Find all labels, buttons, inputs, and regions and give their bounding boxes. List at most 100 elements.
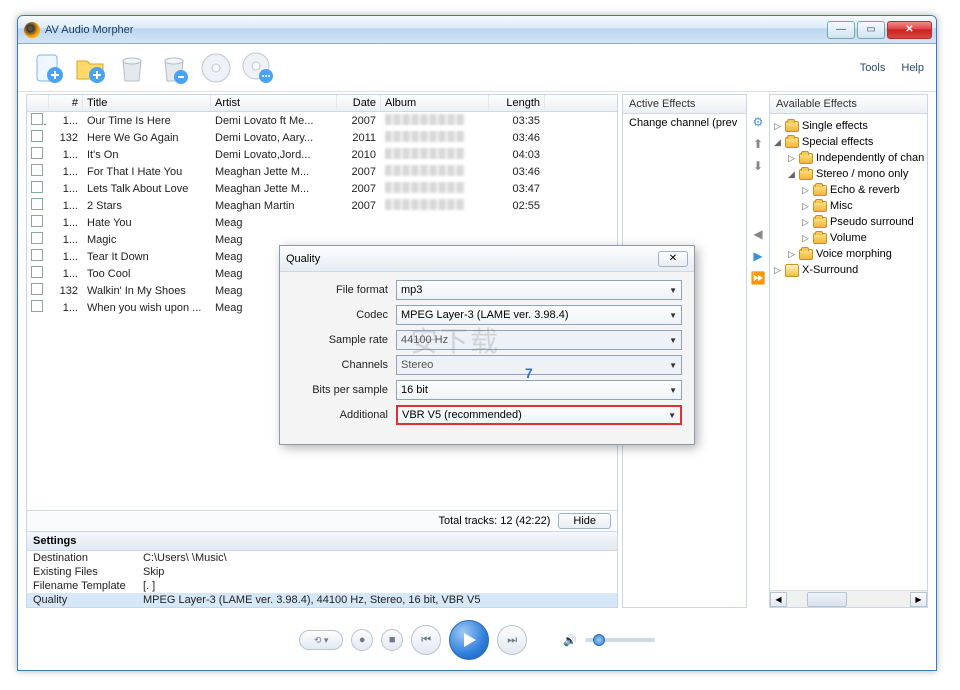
col-album[interactable]: Album	[381, 95, 489, 111]
menu-tools[interactable]: Tools	[860, 62, 886, 74]
field-select[interactable]: Stereo▼	[396, 355, 682, 375]
hide-button[interactable]: Hide	[558, 513, 611, 529]
setting-row[interactable]: QualityMPEG Layer-3 (LAME ver. 3.98.4), …	[27, 593, 617, 607]
row-checkbox[interactable]	[31, 181, 43, 193]
maximize-button[interactable]: ▭	[857, 21, 885, 39]
chevron-down-icon: ▼	[669, 311, 677, 320]
setting-row[interactable]: DestinationC:\Users\ \Music\	[27, 551, 617, 565]
dialog-titlebar[interactable]: Quality ✕	[280, 246, 694, 272]
setting-row[interactable]: Filename Template[. ]</div>	[27, 579, 617, 593]
row-checkbox[interactable]	[31, 198, 43, 210]
field-select[interactable]: mp3▼	[396, 280, 682, 300]
tree-item[interactable]: ▷Echo & reverb	[772, 182, 925, 198]
table-header[interactable]: # Title Artist Date Album Length	[27, 95, 617, 112]
titlebar[interactable]: AV Audio Morpher — ▭ ✕	[18, 16, 936, 44]
table-row[interactable]: 1...It's OnDemi Lovato,Jord... 201004:03	[27, 146, 617, 163]
expand-icon[interactable]: ▷	[772, 265, 783, 276]
tree-item[interactable]: ▷Independently of chan	[772, 150, 925, 166]
col-date[interactable]: Date	[337, 95, 381, 111]
setting-row[interactable]: Existing FilesSkip	[27, 565, 617, 579]
scroll-right-icon[interactable]: ▶	[910, 592, 927, 607]
folder-icon	[799, 249, 813, 260]
expand-icon[interactable]: ◢	[772, 137, 783, 148]
minimize-button[interactable]: —	[827, 21, 855, 39]
row-checkbox[interactable]	[31, 249, 43, 261]
trash-alt-button[interactable]	[156, 50, 192, 86]
add-folder-button[interactable]	[72, 50, 108, 86]
row-checkbox[interactable]	[31, 215, 43, 227]
add-file-button[interactable]	[30, 50, 66, 86]
move-right-icon[interactable]: ▶	[750, 248, 766, 264]
effect-arrows: ⚙ ⬆ ⬇ ◀ ▶ ⏩	[747, 94, 769, 608]
table-row[interactable]: 1...For That I Hate YouMeaghan Jette M..…	[27, 163, 617, 180]
close-button[interactable]: ✕	[887, 21, 932, 39]
expand-icon[interactable]: ◢	[786, 169, 797, 180]
row-checkbox[interactable]	[31, 164, 43, 176]
row-checkbox[interactable]	[31, 300, 43, 312]
tree-item[interactable]: ▷Voice morphing	[772, 246, 925, 262]
table-row[interactable]: ▶▶ 1...Our Time Is HereDemi Lovato ft Me…	[27, 112, 617, 129]
repeat-button[interactable]: ⟲ ▾	[299, 630, 343, 650]
move-left-icon[interactable]: ◀	[750, 226, 766, 242]
tree-item[interactable]: ▷X-Surround	[772, 262, 925, 278]
scroll-thumb[interactable]	[807, 592, 847, 607]
move-right-all-icon[interactable]: ⏩	[750, 270, 766, 286]
dialog-field-row: Sample rate 44100 Hz▼	[288, 330, 682, 350]
row-checkbox[interactable]	[31, 130, 43, 142]
tree-item[interactable]: ◢Special effects	[772, 134, 925, 150]
scrollbar[interactable]: ◀ ▶	[770, 590, 927, 607]
folder-icon	[785, 121, 799, 132]
dialog-body: File format mp3▼Codec MPEG Layer-3 (LAME…	[280, 272, 694, 438]
tree-item[interactable]: ▷Single effects	[772, 118, 925, 134]
field-select[interactable]: 44100 Hz▼	[396, 330, 682, 350]
row-checkbox[interactable]	[31, 232, 43, 244]
menu-help[interactable]: Help	[901, 62, 924, 74]
table-row[interactable]: 1...2 StarsMeaghan Martin 200702:55	[27, 197, 617, 214]
field-select[interactable]: 16 bit▼	[396, 380, 682, 400]
cd-options-button[interactable]	[240, 50, 276, 86]
row-checkbox[interactable]	[31, 113, 43, 125]
cd-button[interactable]	[198, 50, 234, 86]
next-button[interactable]: ⏭	[497, 625, 527, 655]
table-row[interactable]: 132Here We Go AgainDemi Lovato, Aary... …	[27, 129, 617, 146]
record-button[interactable]: ●	[351, 629, 373, 651]
effects-tree[interactable]: ▷Single effects◢Special effects▷Independ…	[770, 114, 927, 590]
expand-icon[interactable]: ▷	[800, 217, 811, 228]
settings-header: Settings	[27, 531, 617, 551]
row-checkbox[interactable]	[31, 147, 43, 159]
expand-icon[interactable]: ▷	[800, 201, 811, 212]
row-checkbox[interactable]	[31, 283, 43, 295]
field-label: File format	[288, 284, 396, 296]
tree-item[interactable]: ▷Pseudo surround	[772, 214, 925, 230]
table-row[interactable]: 1...Hate YouMeag	[27, 214, 617, 231]
settings-list[interactable]: DestinationC:\Users\ \Music\Existing Fil…	[27, 551, 617, 607]
volume-icon[interactable]: 🔊	[563, 634, 577, 647]
prev-button[interactable]: ⏮	[411, 625, 441, 655]
col-artist[interactable]: Artist	[211, 95, 337, 111]
arrow-down-icon[interactable]: ⬇	[750, 158, 766, 174]
expand-icon[interactable]: ▷	[786, 249, 797, 260]
row-checkbox[interactable]	[31, 266, 43, 278]
col-title[interactable]: Title	[83, 95, 211, 111]
scroll-left-icon[interactable]: ◀	[770, 592, 787, 607]
gear-icon[interactable]: ⚙	[750, 114, 766, 130]
trash-button[interactable]	[114, 50, 150, 86]
table-row[interactable]: 1...Lets Talk About LoveMeaghan Jette M.…	[27, 180, 617, 197]
field-select[interactable]: MPEG Layer-3 (LAME ver. 3.98.4)▼	[396, 305, 682, 325]
dialog-close-button[interactable]: ✕	[658, 251, 688, 267]
arrow-up-icon[interactable]: ⬆	[750, 136, 766, 152]
stop-button[interactable]: ■	[381, 629, 403, 651]
tree-item[interactable]: ◢Stereo / mono only	[772, 166, 925, 182]
col-num[interactable]: #	[49, 95, 83, 111]
active-effect-item[interactable]: Change channel (prev	[623, 114, 746, 132]
expand-icon[interactable]: ▷	[800, 185, 811, 196]
field-select[interactable]: VBR V5 (recommended)▼	[396, 405, 682, 425]
tree-item[interactable]: ▷Misc	[772, 198, 925, 214]
expand-icon[interactable]: ▷	[772, 121, 783, 132]
expand-icon[interactable]: ▷	[786, 153, 797, 164]
play-button[interactable]	[449, 620, 489, 660]
volume-slider[interactable]	[585, 638, 655, 642]
expand-icon[interactable]: ▷	[800, 233, 811, 244]
tree-item[interactable]: ▷Volume	[772, 230, 925, 246]
col-length[interactable]: Length	[489, 95, 545, 111]
